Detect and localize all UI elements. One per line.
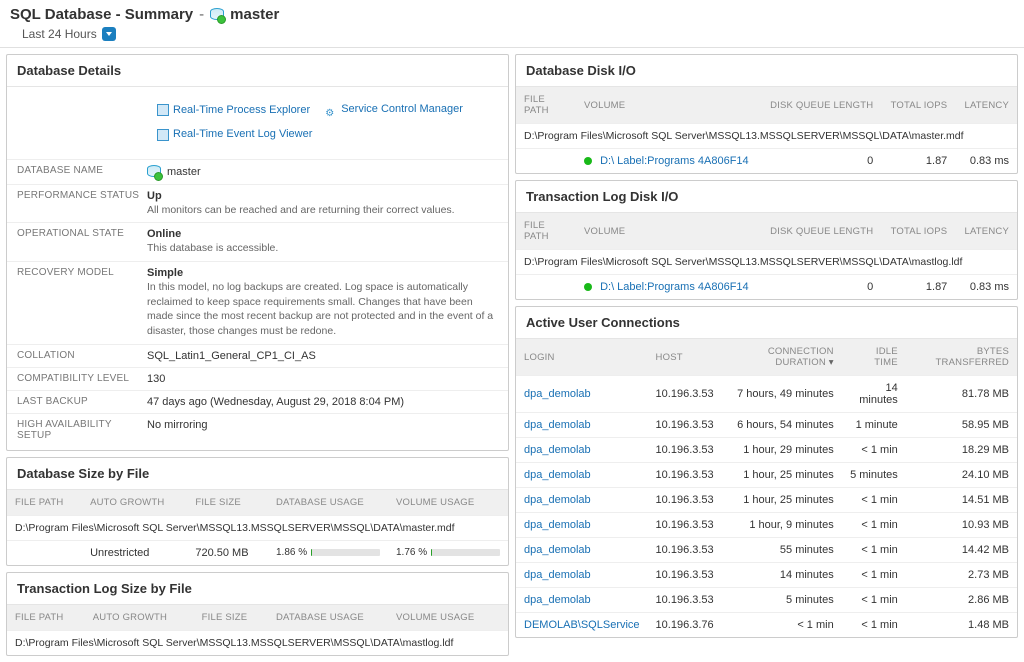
connections-panel: Active User Connections LOGIN HOST CONNE…	[515, 306, 1018, 638]
txlog-size-panel: Transaction Log Size by File FILE PATH A…	[6, 572, 509, 656]
col-duration[interactable]: CONNECTION DURATION	[722, 339, 842, 376]
io-row: D:\ Label:Programs 4A806F14 0 1.87 0.83 …	[516, 275, 1017, 300]
row-ha-setup: HIGH AVAILABILITY SETUP No mirroring	[7, 413, 508, 446]
txlog-io-panel: Transaction Log Disk I/O FILE PATH VOLUM…	[515, 180, 1018, 300]
col-volume[interactable]: VOLUME	[576, 87, 760, 124]
col-auto-growth[interactable]: AUTO GROWTH	[85, 605, 194, 631]
panel-title: Transaction Log Disk I/O	[516, 181, 1017, 213]
connection-row: dpa_demolab10.196.3.531 hour, 29 minutes…	[516, 438, 1017, 463]
io-row: D:\ Label:Programs 4A806F14 0 1.87 0.83 …	[516, 149, 1017, 174]
volume-link[interactable]: D:\ Label:Programs 4A806F14	[576, 149, 760, 174]
col-iops[interactable]: TOTAL IOPS	[881, 213, 955, 250]
connection-row: dpa_demolab10.196.3.5314 minutes< 1 min2…	[516, 563, 1017, 588]
file-path-row[interactable]: D:\Program Files\Microsoft SQL Server\MS…	[7, 630, 508, 655]
file-path-row[interactable]: D:\Program Files\Microsoft SQL Server\MS…	[516, 124, 1017, 149]
col-db-usage[interactable]: DATABASE USAGE	[268, 490, 388, 516]
disk-io-panel: Database Disk I/O FILE PATH VOLUME DISK …	[515, 54, 1018, 174]
connection-row: dpa_demolab10.196.3.531 hour, 25 minutes…	[516, 488, 1017, 513]
login-link[interactable]: dpa_demolab	[516, 463, 648, 488]
col-queue[interactable]: DISK QUEUE LENGTH	[760, 213, 881, 250]
panel-title: Database Size by File	[7, 458, 508, 490]
service-control-link[interactable]: Service Control Manager	[325, 99, 463, 120]
login-link[interactable]: dpa_demolab	[516, 513, 648, 538]
login-link[interactable]: dpa_demolab	[516, 413, 648, 438]
col-login[interactable]: LOGIN	[516, 339, 648, 376]
col-file-size[interactable]: FILE SIZE	[194, 605, 268, 631]
gear-icon	[325, 103, 337, 115]
row-performance-status: PERFORMANCE STATUS Up All monitors can b…	[7, 184, 508, 223]
connection-row: dpa_demolab10.196.3.531 hour, 9 minutes<…	[516, 513, 1017, 538]
connection-row: dpa_demolab10.196.3.531 hour, 25 minutes…	[516, 463, 1017, 488]
login-link[interactable]: dpa_demolab	[516, 488, 648, 513]
login-link[interactable]: DEMOLAB\SQLService	[516, 613, 648, 638]
dash: -	[199, 6, 204, 23]
page-title: SQL Database - Summary - master	[10, 6, 1014, 23]
connection-row: dpa_demolab10.196.3.535 minutes< 1 min2.…	[516, 588, 1017, 613]
connection-row: DEMOLAB\SQLService10.196.3.76< 1 min< 1 …	[516, 613, 1017, 638]
chevron-down-icon	[102, 27, 116, 41]
process-icon	[157, 104, 169, 116]
volume-link[interactable]: D:\ Label:Programs 4A806F14	[576, 275, 760, 300]
database-icon	[147, 165, 161, 179]
time-range-label: Last 24 Hours	[22, 27, 97, 41]
row-compatibility: COMPATIBILITY LEVEL 130	[7, 367, 508, 390]
connection-row: dpa_demolab10.196.3.537 hours, 49 minute…	[516, 376, 1017, 413]
col-iops[interactable]: TOTAL IOPS	[881, 87, 955, 124]
col-auto-growth[interactable]: AUTO GROWTH	[82, 490, 187, 516]
col-queue[interactable]: DISK QUEUE LENGTH	[760, 87, 881, 124]
panel-title: Transaction Log Size by File	[7, 573, 508, 605]
panel-title: Active User Connections	[516, 307, 1017, 339]
row-collation: COLLATION SQL_Latin1_General_CP1_CI_AS	[7, 344, 508, 367]
col-host[interactable]: HOST	[648, 339, 722, 376]
file-path-row[interactable]: D:\Program Files\Microsoft SQL Server\MS…	[7, 515, 508, 540]
col-db-usage[interactable]: DATABASE USAGE	[268, 605, 388, 631]
login-link[interactable]: dpa_demolab	[516, 588, 648, 613]
log-icon	[157, 129, 169, 141]
col-latency[interactable]: LATENCY	[955, 87, 1017, 124]
col-idle[interactable]: IDLE TIME	[842, 339, 906, 376]
connection-row: dpa_demolab10.196.3.536 hours, 54 minute…	[516, 413, 1017, 438]
panel-title: Database Details	[7, 55, 508, 87]
col-volume[interactable]: VOLUME	[576, 213, 760, 250]
row-last-backup: LAST BACKUP 47 days ago (Wednesday, Augu…	[7, 390, 508, 413]
file-row: Unrestricted 720.50 MB 1.86 % 1.76 %	[7, 540, 508, 565]
db-usage-bar	[311, 549, 380, 556]
quick-links: Real-Time Process Explorer Service Contr…	[7, 91, 508, 159]
database-details-panel: Database Details Real-Time Process Explo…	[6, 54, 509, 451]
row-recovery-model: RECOVERY MODEL Simple In this model, no …	[7, 261, 508, 344]
col-file-path[interactable]: FILE PATH	[7, 490, 82, 516]
col-vol-usage[interactable]: VOLUME USAGE	[388, 605, 508, 631]
row-database-name: DATABASE NAME master	[7, 159, 508, 184]
process-explorer-link[interactable]: Real-Time Process Explorer	[157, 100, 310, 121]
login-link[interactable]: dpa_demolab	[516, 538, 648, 563]
event-log-link[interactable]: Real-Time Event Log Viewer	[157, 124, 312, 145]
col-vol-usage[interactable]: VOLUME USAGE	[388, 490, 508, 516]
col-file-path[interactable]: FILE PATH	[516, 213, 576, 250]
col-file-path[interactable]: FILE PATH	[516, 87, 576, 124]
file-path-row[interactable]: D:\Program Files\Microsoft SQL Server\MS…	[516, 250, 1017, 275]
status-dot-icon	[584, 157, 592, 165]
col-file-path[interactable]: FILE PATH	[7, 605, 85, 631]
login-link[interactable]: dpa_demolab	[516, 563, 648, 588]
vol-usage-bar	[431, 549, 500, 556]
database-icon	[210, 8, 224, 22]
col-latency[interactable]: LATENCY	[955, 213, 1017, 250]
time-range-selector[interactable]: Last 24 Hours	[10, 23, 1014, 43]
login-link[interactable]: dpa_demolab	[516, 376, 648, 413]
title-prefix: SQL Database - Summary	[10, 6, 193, 23]
status-dot-icon	[584, 283, 592, 291]
col-bytes[interactable]: BYTES TRANSFERRED	[906, 339, 1017, 376]
col-file-size[interactable]: FILE SIZE	[187, 490, 268, 516]
row-operational-state: OPERATIONAL STATE Online This database i…	[7, 222, 508, 261]
connection-row: dpa_demolab10.196.3.5355 minutes< 1 min1…	[516, 538, 1017, 563]
database-name-heading: master	[230, 6, 279, 23]
size-by-file-panel: Database Size by File FILE PATH AUTO GRO…	[6, 457, 509, 566]
panel-title: Database Disk I/O	[516, 55, 1017, 87]
login-link[interactable]: dpa_demolab	[516, 438, 648, 463]
